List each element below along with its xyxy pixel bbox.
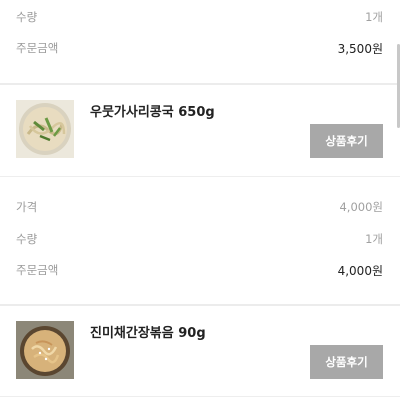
total-row: 주문금액 4,000원 — [16, 260, 383, 280]
item-divider — [0, 176, 400, 177]
item-divider — [0, 396, 400, 397]
price-label: 가격 — [16, 200, 38, 214]
soybean-noodle-soup-image — [16, 100, 74, 158]
product-review-button[interactable]: 상품후기 — [310, 345, 383, 379]
quantity-row: 수량 1개 — [16, 229, 383, 249]
product-name[interactable]: 진미채간장볶음 90g — [90, 322, 206, 341]
price-row: 가격 4,000원 — [16, 197, 383, 217]
prev-quantity-row: 수량 1개 — [16, 7, 383, 27]
order-detail-page: 수량 1개 주문금액 3,500원 우뭇가사리콩국 650g 상품후기 가격 4… — [0, 0, 400, 400]
total-label: 주문금액 — [16, 263, 59, 277]
stir-fried-squid-image — [16, 321, 74, 379]
product-thumbnail[interactable] — [16, 100, 74, 158]
quantity-label: 수량 — [16, 10, 38, 24]
total-value: 4,000원 — [337, 263, 383, 278]
product-name[interactable]: 우뭇가사리콩국 650g — [90, 101, 215, 120]
section-divider — [0, 83, 400, 85]
total-label: 주문금액 — [16, 41, 59, 55]
product-thumbnail[interactable] — [16, 321, 74, 379]
quantity-label: 수량 — [16, 232, 38, 246]
quantity-value: 1개 — [365, 232, 383, 246]
product-review-button[interactable]: 상품후기 — [310, 124, 383, 158]
quantity-value: 1개 — [365, 10, 383, 24]
prev-total-row: 주문금액 3,500원 — [16, 38, 383, 58]
total-value: 3,500원 — [337, 41, 383, 56]
section-divider — [0, 304, 400, 306]
price-value: 4,000원 — [339, 200, 383, 214]
